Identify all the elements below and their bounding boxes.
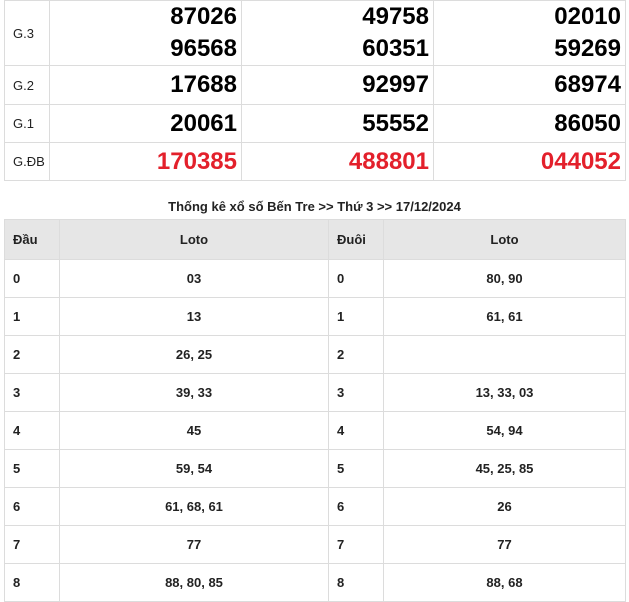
tail-loto: 54, 94	[383, 411, 626, 450]
prize-label-g1: G.1	[4, 104, 50, 143]
head-loto: 88, 80, 85	[59, 563, 329, 602]
tail-loto: 77	[383, 525, 626, 564]
tail-digit: 3	[328, 373, 384, 412]
prize-number: 96568	[170, 35, 237, 62]
tail-digit: 4	[328, 411, 384, 450]
prize-number: 68974	[433, 65, 626, 105]
loto-header-row: Đầu Loto Đuôi Loto	[4, 219, 626, 260]
head-digit: 3	[4, 373, 60, 412]
tail-loto	[383, 335, 626, 374]
tail-loto: 88, 68	[383, 563, 626, 602]
tail-loto: 26	[383, 487, 626, 526]
header-head: Đầu	[4, 219, 60, 260]
head-digit: 5	[4, 449, 60, 488]
head-loto: 03	[59, 259, 329, 298]
prize-number: 02010	[554, 3, 621, 30]
tail-loto: 13, 33, 03	[383, 373, 626, 412]
stats-caption: Thống kê xổ số Bến Tre >> Thứ 3 >> 17/12…	[168, 199, 461, 214]
head-digit: 6	[4, 487, 60, 526]
header-tail: Đuôi	[328, 219, 384, 260]
prize-number: 17688	[49, 65, 242, 105]
header-loto: Loto	[383, 219, 626, 260]
prize-number: 87026	[170, 3, 237, 30]
prize-number: 59269	[554, 35, 621, 62]
prize-number: 86050	[433, 104, 626, 143]
special-prize-number: 044052	[433, 142, 626, 181]
prize-number: 49758	[362, 3, 429, 30]
table-row: 8 88, 80, 85 8 88, 68	[4, 563, 626, 602]
prize-number: 60351	[362, 35, 429, 62]
tail-digit: 8	[328, 563, 384, 602]
tail-digit: 1	[328, 297, 384, 336]
head-loto: 45	[59, 411, 329, 450]
head-loto: 61, 68, 61	[59, 487, 329, 526]
tail-digit: 0	[328, 259, 384, 298]
head-digit: 7	[4, 525, 60, 564]
table-row: 5 59, 54 5 45, 25, 85	[4, 449, 626, 488]
tail-loto: 61, 61	[383, 297, 626, 336]
head-loto: 59, 54	[59, 449, 329, 488]
tail-loto: 45, 25, 85	[383, 449, 626, 488]
prize-cell-g3-1: 87026 96568	[49, 0, 242, 66]
prize-row-gdb: G.ĐB 170385 488801 044052	[4, 142, 626, 181]
tail-digit: 2	[328, 335, 384, 374]
head-digit: 0	[4, 259, 60, 298]
table-row: 7 77 7 77	[4, 525, 626, 564]
head-loto: 77	[59, 525, 329, 564]
table-row: 0 03 0 80, 90	[4, 259, 626, 298]
prize-cell-g3-3: 02010 59269	[433, 0, 626, 66]
head-digit: 4	[4, 411, 60, 450]
header-loto: Loto	[59, 219, 329, 260]
special-prize-number: 170385	[49, 142, 242, 181]
head-digit: 8	[4, 563, 60, 602]
prize-row-g3: G.3 87026 96568 49758 60351 02010 59269	[4, 0, 626, 66]
table-row: 4 45 4 54, 94	[4, 411, 626, 450]
prize-label-g3: G.3	[4, 0, 50, 66]
prize-label-gdb: G.ĐB	[4, 142, 50, 181]
head-digit: 2	[4, 335, 60, 374]
loto-table: Đầu Loto Đuôi Loto 0 03 0 80, 90 1 13 1 61, 61 2…	[4, 219, 626, 602]
table-row: 3 39, 33 3 13, 33, 03	[4, 373, 626, 412]
prize-row-g1: G.1 20061 55552 86050	[4, 104, 626, 143]
prize-label-g2: G.2	[4, 65, 50, 105]
prize-number: 20061	[49, 104, 242, 143]
table-row: 1 13 1 61, 61	[4, 297, 626, 336]
table-row: 2 26, 25 2	[4, 335, 626, 374]
table-row: 6 61, 68, 61 6 26	[4, 487, 626, 526]
tail-loto: 80, 90	[383, 259, 626, 298]
results-table: G.3 87026 96568 49758 60351 02010 59269 …	[4, 0, 626, 181]
prize-row-g2: G.2 17688 92997 68974	[4, 65, 626, 105]
prize-number: 55552	[241, 104, 434, 143]
head-loto: 13	[59, 297, 329, 336]
tail-digit: 6	[328, 487, 384, 526]
head-loto: 26, 25	[59, 335, 329, 374]
head-loto: 39, 33	[59, 373, 329, 412]
head-digit: 1	[4, 297, 60, 336]
tail-digit: 5	[328, 449, 384, 488]
prize-cell-g3-2: 49758 60351	[241, 0, 434, 66]
tail-digit: 7	[328, 525, 384, 564]
special-prize-number: 488801	[241, 142, 434, 181]
prize-number: 92997	[241, 65, 434, 105]
